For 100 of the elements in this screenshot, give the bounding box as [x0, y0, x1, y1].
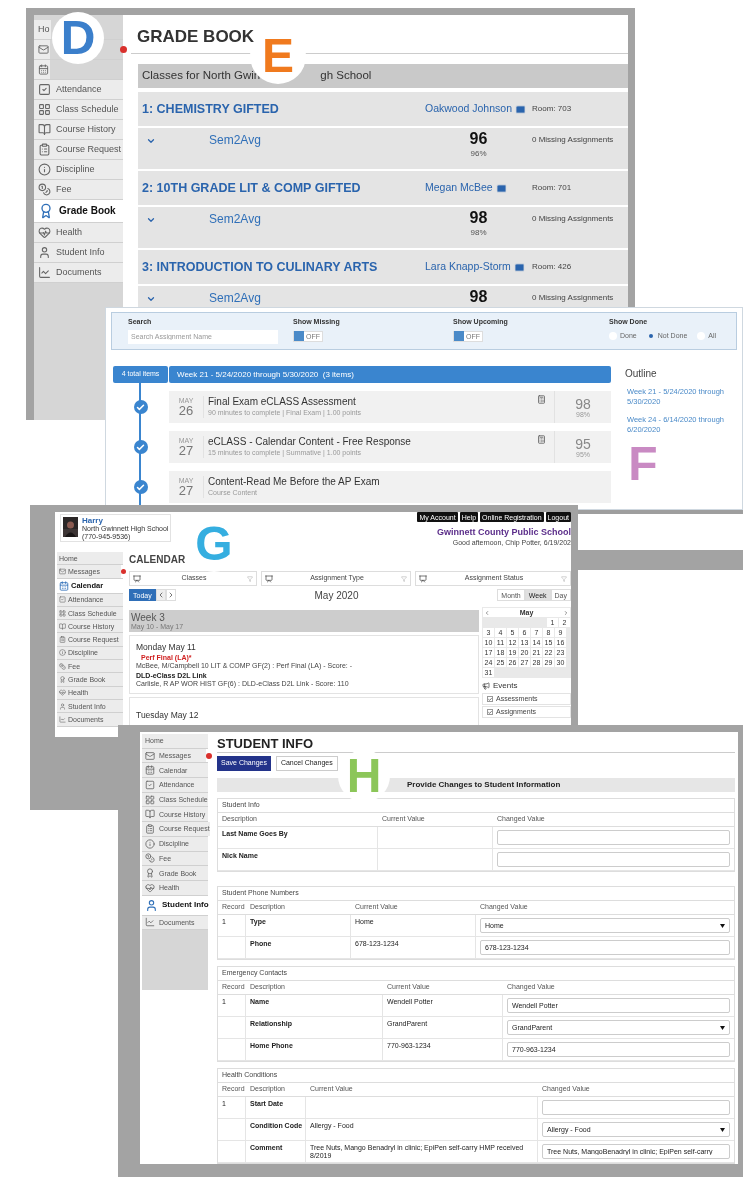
award-icon [59, 676, 66, 683]
grid-icon [59, 609, 66, 617]
sidebar-item[interactable]: Discipline [34, 160, 123, 179]
class-title[interactable]: 3: INTRODUCTION TO CULINARY ARTS [138, 257, 425, 277]
caret-icon [720, 1127, 725, 1132]
missing-text: 0 Missing Assignments [532, 135, 615, 144]
heart-icon [145, 882, 155, 893]
chart-icon [38, 266, 51, 279]
assignment-title[interactable]: eCLASS - Calendar Content - Free Response [208, 436, 537, 449]
week-title: Week 21 - 5/24/2020 through 5/30/2020 (3 items) [177, 368, 354, 381]
checkbox[interactable] [487, 696, 493, 702]
checkbox[interactable] [487, 709, 493, 715]
assignment-title[interactable]: Content-Read Me Before the AP Exam [208, 476, 611, 489]
award-icon [38, 203, 54, 219]
calculator-icon [537, 435, 546, 444]
events-title: Events [493, 680, 518, 692]
banner-text: Provide Changes to Student Information [407, 779, 561, 791]
calendar-icon [59, 580, 69, 591]
sidebar-item[interactable]: Grade Book [34, 200, 123, 222]
header-text: gh School [320, 68, 372, 84]
sidebar-item[interactable]: Class Schedule [34, 100, 123, 119]
calendar-icon [38, 64, 49, 75]
info-icon [145, 838, 155, 849]
grade-score: 98 [469, 209, 488, 227]
chart-icon [59, 715, 66, 723]
books-icon [59, 622, 66, 630]
board-icon [265, 574, 273, 583]
board-icon [133, 574, 141, 583]
megaphone-icon [482, 682, 490, 690]
board-icon [419, 574, 427, 583]
date-day: 27 [178, 444, 194, 457]
person-icon [145, 898, 158, 912]
previous-icon[interactable] [155, 589, 166, 601]
user-name: Harry [82, 517, 104, 525]
envelope-icon [38, 44, 49, 55]
envelope-icon [145, 750, 155, 761]
text-field[interactable] [497, 852, 730, 867]
sidebar-item[interactable]: Health [34, 223, 123, 242]
missing-text: 0 Missing Assignments [532, 214, 615, 223]
text-field[interactable] [542, 1100, 730, 1115]
person-icon [59, 702, 66, 710]
sidebar-item[interactable]: Ho [34, 20, 51, 39]
grade-percent: 98% [470, 227, 487, 239]
filter-icon [561, 575, 567, 582]
page-title: CALENDAR [129, 554, 187, 566]
filter-icon [401, 575, 407, 582]
coins-icon [59, 662, 66, 670]
person-icon [38, 246, 51, 259]
sidebar-item[interactable]: Attendance [34, 80, 123, 99]
date-day: 27 [178, 484, 194, 497]
day-title: Monday May 11 [136, 642, 197, 652]
sidebar-item[interactable]: Course History [34, 120, 123, 139]
coins-icon [38, 183, 51, 196]
day-title: Tuesday May 12 [136, 710, 199, 720]
chart-icon [145, 917, 155, 928]
term-link[interactable]: Sem2Avg [209, 292, 261, 305]
checkbox-icon [59, 596, 66, 604]
term-link[interactable]: Sem2Avg [209, 134, 261, 147]
teacher-link[interactable]: Megan McBee [425, 180, 493, 196]
week-title: Week 3 [131, 612, 166, 623]
checkbox-icon [38, 83, 51, 96]
room-text: Room: 703 [532, 103, 573, 115]
previous-icon[interactable] [484, 609, 490, 616]
class-title[interactable]: 1: CHEMISTRY GIFTED [138, 99, 425, 119]
grid-icon [145, 794, 155, 805]
clipboard-icon [145, 823, 155, 834]
coins-icon [145, 853, 155, 864]
date-day: 26 [178, 404, 194, 417]
room-text: Room: 701 [532, 182, 573, 194]
calendar-icon [145, 765, 155, 776]
teacher-link[interactable]: Oakwood Johnson [425, 101, 512, 117]
page-title: STUDENT INFO [217, 736, 315, 751]
sidebar-item[interactable] [34, 40, 50, 59]
sidebar-item[interactable]: Student Info [34, 243, 123, 262]
score-text: 98 [575, 396, 591, 411]
sidebar-item[interactable]: Fee [34, 180, 123, 199]
sidebar-background [142, 930, 208, 991]
grade-score: 98 [469, 288, 488, 306]
month-title: May 2020 [313, 588, 360, 603]
score-text: 95 [575, 436, 591, 451]
clipboard-icon [59, 636, 66, 644]
assignment-title[interactable]: Final Exam eCLASS Assessment [208, 396, 537, 409]
caret-icon [720, 1025, 725, 1030]
info-icon [59, 649, 66, 657]
calculator-icon [537, 395, 546, 404]
sidebar-item[interactable]: Course Request [34, 140, 123, 159]
district-name: Gwinnett County Public School [437, 527, 571, 538]
next-icon[interactable] [165, 589, 176, 601]
missing-text: 0 Missing Assignments [532, 293, 615, 302]
teacher-link[interactable]: Lara Knapp-Storm [425, 259, 511, 275]
next-icon[interactable] [563, 609, 569, 616]
checkbox-icon [145, 779, 155, 790]
sidebar-item[interactable]: Documents [34, 263, 123, 282]
clipboard-icon [38, 143, 51, 156]
heart-icon [38, 226, 51, 239]
heart-icon [59, 689, 66, 697]
text-field[interactable] [497, 830, 730, 845]
sidebar-item[interactable] [34, 60, 50, 79]
class-title[interactable]: 2: 10TH GRADE LIT & COMP GIFTED [138, 178, 425, 198]
term-link[interactable]: Sem2Avg [209, 213, 261, 226]
